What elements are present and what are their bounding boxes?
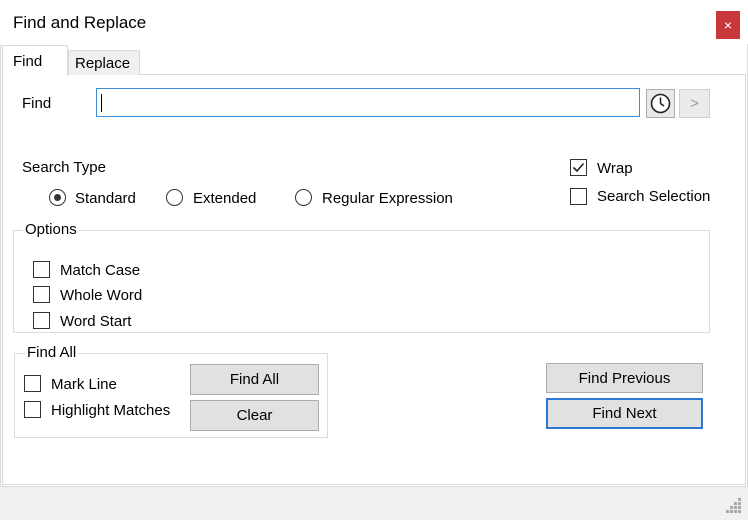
- status-bar: [0, 486, 748, 520]
- radio-standard-label[interactable]: Standard: [75, 190, 136, 207]
- word-start-label[interactable]: Word Start: [60, 313, 131, 330]
- options-group-label: Options: [23, 221, 79, 238]
- find-all-group-label: Find All: [25, 344, 79, 361]
- find-next-button[interactable]: Find Next: [546, 398, 703, 429]
- search-type-label: Search Type: [22, 159, 106, 176]
- clear-button[interactable]: Clear: [190, 400, 319, 431]
- tab-find-label: Find: [13, 53, 43, 70]
- find-previous-button[interactable]: Find Previous: [546, 363, 703, 393]
- window-title: Find and Replace: [13, 13, 147, 32]
- search-selection-checkbox[interactable]: [570, 188, 587, 205]
- mark-line-checkbox[interactable]: [24, 375, 41, 392]
- wrap-label[interactable]: Wrap: [597, 160, 633, 177]
- find-input[interactable]: [96, 88, 640, 117]
- highlight-matches-label[interactable]: Highlight Matches: [51, 402, 170, 419]
- find-history-button[interactable]: [646, 89, 675, 118]
- close-button[interactable]: ×: [716, 11, 740, 39]
- word-start-checkbox[interactable]: [33, 312, 50, 329]
- match-case-label[interactable]: Match Case: [60, 262, 140, 279]
- whole-word-label[interactable]: Whole Word: [60, 287, 142, 304]
- find-all-button[interactable]: Find All: [190, 364, 319, 395]
- text-caret: [101, 94, 102, 112]
- highlight-matches-checkbox[interactable]: [24, 401, 41, 418]
- tab-find[interactable]: Find: [2, 45, 68, 76]
- tab-replace[interactable]: Replace: [68, 50, 140, 75]
- mark-line-label[interactable]: Mark Line: [51, 376, 117, 393]
- checkmark-icon: [572, 162, 585, 173]
- search-selection-label[interactable]: Search Selection: [597, 188, 710, 205]
- match-case-checkbox[interactable]: [33, 261, 50, 278]
- resize-grip-icon[interactable]: [726, 498, 742, 514]
- clock-icon: [650, 93, 671, 114]
- whole-word-checkbox[interactable]: [33, 286, 50, 303]
- radio-extended[interactable]: [166, 189, 183, 206]
- close-icon: ×: [723, 17, 733, 33]
- radio-regular-expression[interactable]: [295, 189, 312, 206]
- radio-regular-expression-label[interactable]: Regular Expression: [322, 190, 453, 207]
- tab-replace-label: Replace: [75, 55, 131, 72]
- chevron-right-icon: >: [690, 95, 699, 112]
- find-next-arrow-button[interactable]: >: [679, 89, 710, 118]
- radio-standard[interactable]: [49, 189, 66, 206]
- radio-extended-label[interactable]: Extended: [193, 190, 256, 207]
- wrap-checkbox[interactable]: [570, 159, 587, 176]
- find-label: Find: [22, 95, 52, 112]
